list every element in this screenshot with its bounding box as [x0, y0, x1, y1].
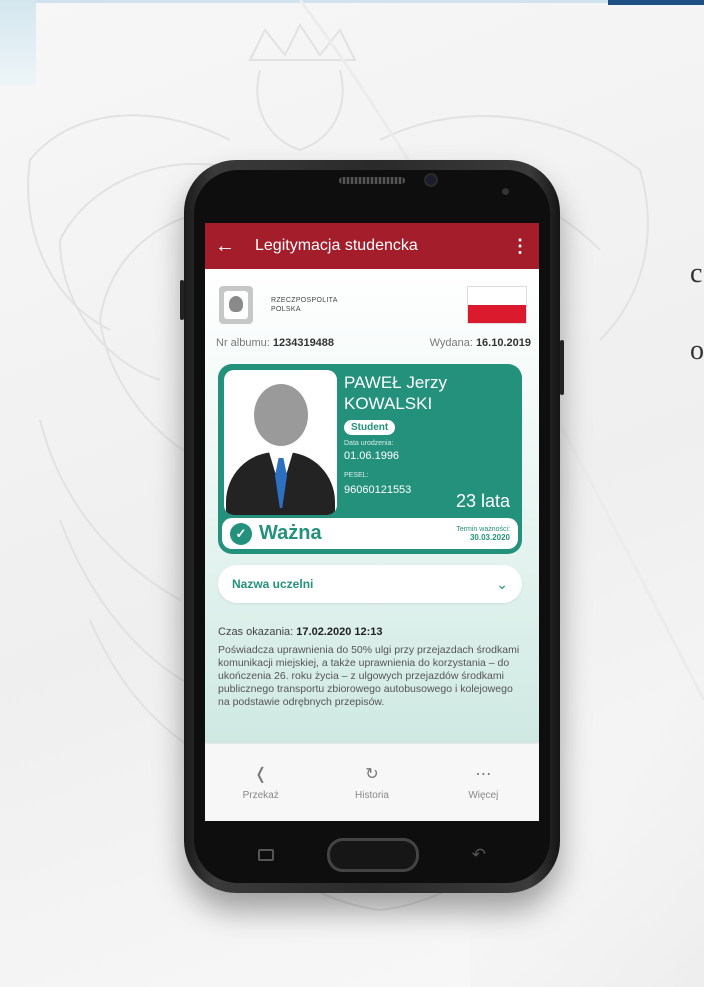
proximity-sensor [502, 188, 509, 195]
role-badge: Student [344, 420, 396, 435]
top-right-bar [608, 0, 704, 5]
document-body: RZECZPOSPOLITA POLSKA Nr albumu: 1234319… [205, 269, 539, 743]
kebab-menu-icon[interactable]: ⋮ [511, 236, 529, 257]
more-icon: ⋯ [475, 766, 492, 783]
pesel-label: PESEL: [344, 472, 369, 479]
id-card: PAWEŁ Jerzy KOWALSKI Student Data urodze… [218, 364, 522, 554]
bottom-navigation: ❬ Przekaż ↻ Historia ⋯ Więcej [205, 743, 539, 821]
holder-name: PAWEŁ Jerzy KOWALSKI [344, 373, 447, 413]
expiry-date: Termin ważności: 30.03.2020 [456, 525, 510, 542]
country-name: RZECZPOSPOLITA POLSKA [271, 297, 338, 313]
hardware-keys: ↶ [249, 838, 494, 873]
back-key-icon[interactable]: ↶ [472, 845, 486, 865]
chevron-down-icon: ⌄ [496, 575, 508, 592]
background-text-fragment: c [690, 258, 703, 289]
top-strip [0, 0, 704, 3]
shown-time: Czas okazania: 17.02.2020 12:13 [218, 626, 383, 638]
power-button [560, 340, 564, 395]
background-corner [0, 0, 36, 85]
earpiece-speaker [339, 177, 405, 184]
dob-value: 01.06.1996 [344, 450, 400, 462]
share-icon: ❬ [253, 766, 268, 783]
check-icon: ✓ [230, 522, 252, 545]
validity-bar: ✓ Ważna Termin ważności: 30.03.2020 [222, 518, 518, 549]
status-badge: Ważna [259, 522, 322, 544]
phone-screen: ← Legitymacja studencka ⋮ RZECZPOSPOLITA… [205, 223, 539, 821]
pesel-value: 96060121553 [344, 484, 412, 496]
arrow-left-icon[interactable]: ← [215, 235, 245, 258]
document-header: RZECZPOSPOLITA POLSKA [205, 269, 539, 329]
volume-button [180, 280, 184, 320]
home-button[interactable] [327, 838, 419, 872]
history-icon: ↻ [365, 766, 379, 783]
app-bar: ← Legitymacja studencka ⋮ [205, 223, 539, 269]
document-info-row: Nr albumu: 1234319488 Wydana: 16.10.2019 [205, 329, 539, 349]
issue-date: Wydana: 16.10.2019 [429, 337, 531, 349]
avatar [224, 370, 337, 515]
university-dropdown[interactable]: Nazwa uczelni ⌄ [218, 565, 522, 603]
nav-more[interactable]: ⋯ Więcej [428, 764, 539, 801]
age-value: 23 lata [455, 491, 510, 511]
nav-share[interactable]: ❬ Przekaż [205, 764, 316, 801]
background-text-fragment: o [690, 335, 704, 366]
nav-history[interactable]: ↻ Historia [316, 764, 427, 801]
eagle-emblem-icon [219, 286, 253, 324]
entitlement-description: Poświadcza uprawnienia do 50% ulgi przy … [218, 644, 520, 708]
dob-label: Data urodzenia: [344, 440, 394, 447]
recent-apps-icon[interactable] [258, 849, 274, 861]
app-title: Legitymacja studencka [255, 237, 418, 254]
phone-device: ← Legitymacja studencka ⋮ RZECZPOSPOLITA… [180, 160, 564, 893]
front-camera [424, 173, 438, 187]
university-label: Nazwa uczelni [232, 577, 314, 591]
album-number: Nr albumu: 1234319488 [216, 337, 335, 349]
polish-flag-icon [467, 286, 527, 324]
